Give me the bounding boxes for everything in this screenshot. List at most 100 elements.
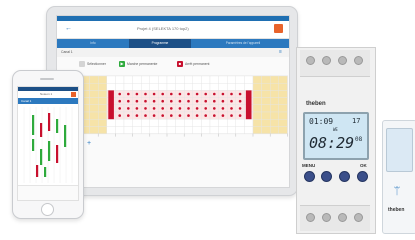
- grid-cell[interactable]: [269, 75, 279, 84]
- grid-cell[interactable]: [140, 75, 150, 84]
- grid-cell[interactable]: [278, 75, 288, 84]
- schedule-grid[interactable]: [57, 72, 289, 146]
- grid-cell[interactable]: [149, 82, 159, 91]
- grid-cell[interactable]: [89, 119, 99, 127]
- grid-cell[interactable]: [252, 126, 262, 134]
- grid-cell[interactable]: [218, 75, 228, 84]
- grid-cell[interactable]: [166, 119, 176, 127]
- grid-cell[interactable]: [132, 82, 142, 91]
- grid-cell[interactable]: [158, 126, 168, 134]
- grid-cell[interactable]: [209, 82, 219, 91]
- tab-programme[interactable]: Programme: [129, 39, 191, 48]
- phone-schedule-bar[interactable]: [32, 115, 35, 135]
- grid-cell[interactable]: [201, 119, 211, 127]
- grid-cell[interactable]: [175, 82, 185, 91]
- grid-cell[interactable]: [115, 82, 125, 91]
- phone-schedule-bar[interactable]: [44, 167, 47, 177]
- grid-cell[interactable]: [89, 111, 99, 120]
- grid-cell[interactable]: [98, 97, 108, 106]
- phone-schedule-bar[interactable]: [56, 119, 59, 133]
- plus-button[interactable]: [339, 171, 350, 182]
- grid-cell[interactable]: [175, 126, 185, 134]
- grid-cell[interactable]: [278, 104, 288, 113]
- grid-cell[interactable]: [132, 126, 142, 134]
- grid-cell[interactable]: [278, 90, 288, 98]
- grid-cell[interactable]: [192, 126, 202, 134]
- grid-cell[interactable]: [140, 82, 150, 91]
- select-chip[interactable]: [79, 61, 85, 67]
- phone-home-button[interactable]: [41, 203, 54, 216]
- grid-cell[interactable]: [166, 75, 176, 84]
- grid-cell[interactable]: [261, 75, 271, 84]
- grid-cell[interactable]: [226, 119, 236, 127]
- phone-schedule-bar[interactable]: [32, 139, 35, 151]
- grid-cell[interactable]: [192, 119, 202, 127]
- grid-cell[interactable]: [269, 82, 279, 91]
- phone-schedule-bar[interactable]: [48, 141, 51, 161]
- grid-cell[interactable]: [201, 75, 211, 84]
- grid-cell[interactable]: [252, 119, 262, 127]
- phone-schedule-bar[interactable]: [64, 125, 67, 147]
- grid-cell[interactable]: [252, 82, 262, 91]
- phone-schedule-bar[interactable]: [40, 149, 43, 165]
- grid-cell[interactable]: [278, 119, 288, 127]
- grid-cell[interactable]: [192, 82, 202, 91]
- grid-cell[interactable]: [132, 75, 142, 84]
- grid-cell[interactable]: [269, 119, 279, 127]
- grid-cell[interactable]: [244, 82, 254, 91]
- grid-cell[interactable]: [98, 90, 108, 98]
- grid-cell[interactable]: [252, 75, 262, 84]
- grid-cell[interactable]: [209, 126, 219, 134]
- grid-cell[interactable]: [252, 104, 262, 113]
- grid-cell[interactable]: [166, 82, 176, 91]
- grid-cell[interactable]: [261, 126, 271, 134]
- grid-cell[interactable]: [183, 126, 193, 134]
- grid-cell[interactable]: [261, 119, 271, 127]
- grid-cell[interactable]: [209, 75, 219, 84]
- grid-cell[interactable]: [98, 126, 108, 134]
- off-chip[interactable]: ■: [177, 61, 183, 67]
- grid-cell[interactable]: [123, 75, 133, 84]
- grid-cell[interactable]: [98, 104, 108, 113]
- grid-cell[interactable]: [158, 82, 168, 91]
- tab-device-settings[interactable]: Paramètres de l'appareil: [197, 39, 289, 48]
- grid-cell[interactable]: [98, 119, 108, 127]
- phone-tab[interactable]: Canal 1: [21, 99, 31, 103]
- grid-cell[interactable]: [244, 119, 254, 127]
- grid-cell[interactable]: [183, 75, 193, 84]
- phone-schedule-bar[interactable]: [56, 145, 59, 163]
- grid-cell[interactable]: [261, 82, 271, 91]
- grid-cell[interactable]: [201, 82, 211, 91]
- grid-cell[interactable]: [269, 111, 279, 120]
- grid-cell[interactable]: [269, 97, 279, 106]
- grid-cell[interactable]: [183, 119, 193, 127]
- grid-cell[interactable]: [261, 111, 271, 120]
- on-chip[interactable]: ▶: [119, 61, 125, 67]
- grid-cell[interactable]: [261, 104, 271, 113]
- grid-cell[interactable]: [218, 82, 228, 91]
- grid-cell[interactable]: [278, 97, 288, 106]
- grid-cell[interactable]: [252, 111, 262, 120]
- grid-cell[interactable]: [89, 90, 99, 98]
- grid-cell[interactable]: [89, 97, 99, 106]
- grid-cell[interactable]: [209, 119, 219, 127]
- grid-cell[interactable]: [89, 126, 99, 134]
- ok-button[interactable]: [357, 171, 368, 182]
- grid-cell[interactable]: [89, 104, 99, 113]
- grid-cell[interactable]: [226, 82, 236, 91]
- grid-cell[interactable]: [269, 90, 279, 98]
- save-icon[interactable]: [274, 24, 283, 33]
- grid-cell[interactable]: [123, 82, 133, 91]
- grid-cell[interactable]: [235, 119, 245, 127]
- grid-cell[interactable]: [278, 111, 288, 120]
- grid-cell[interactable]: [226, 75, 236, 84]
- grid-cell[interactable]: [115, 126, 125, 134]
- grid-cell[interactable]: [166, 126, 176, 134]
- grid-cell[interactable]: [235, 126, 245, 134]
- grid-cell[interactable]: [89, 82, 99, 91]
- grid-cell[interactable]: [149, 119, 159, 127]
- grid-cell[interactable]: [140, 126, 150, 134]
- grid-cell[interactable]: [106, 75, 116, 84]
- phone-schedule-bar[interactable]: [48, 113, 51, 131]
- grid-cell[interactable]: [123, 126, 133, 134]
